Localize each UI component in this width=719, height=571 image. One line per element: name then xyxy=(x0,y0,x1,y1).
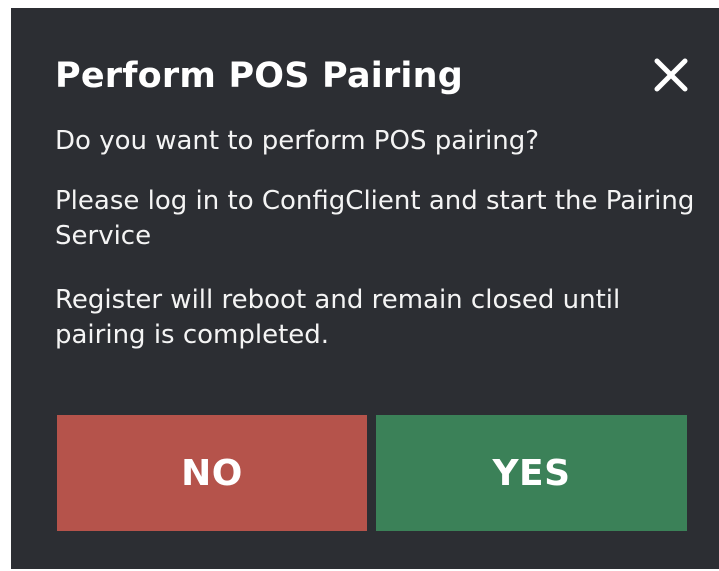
dialog-title: Perform POS Pairing xyxy=(55,56,463,96)
close-icon xyxy=(654,58,688,92)
yes-button-label: YES xyxy=(492,452,571,494)
close-button[interactable] xyxy=(651,55,691,95)
pairing-dialog: Perform POS Pairing Do you want to perfo… xyxy=(11,8,719,569)
yes-button[interactable]: YES xyxy=(376,415,687,531)
dialog-warning: Register will reboot and remain closed u… xyxy=(55,285,621,350)
dialog-instruction: Please log in to ConfigClient and start … xyxy=(55,186,695,251)
dialog-question: Do you want to perform POS pairing? xyxy=(55,126,540,156)
no-button[interactable]: NO xyxy=(57,415,367,531)
no-button-label: NO xyxy=(181,452,243,494)
